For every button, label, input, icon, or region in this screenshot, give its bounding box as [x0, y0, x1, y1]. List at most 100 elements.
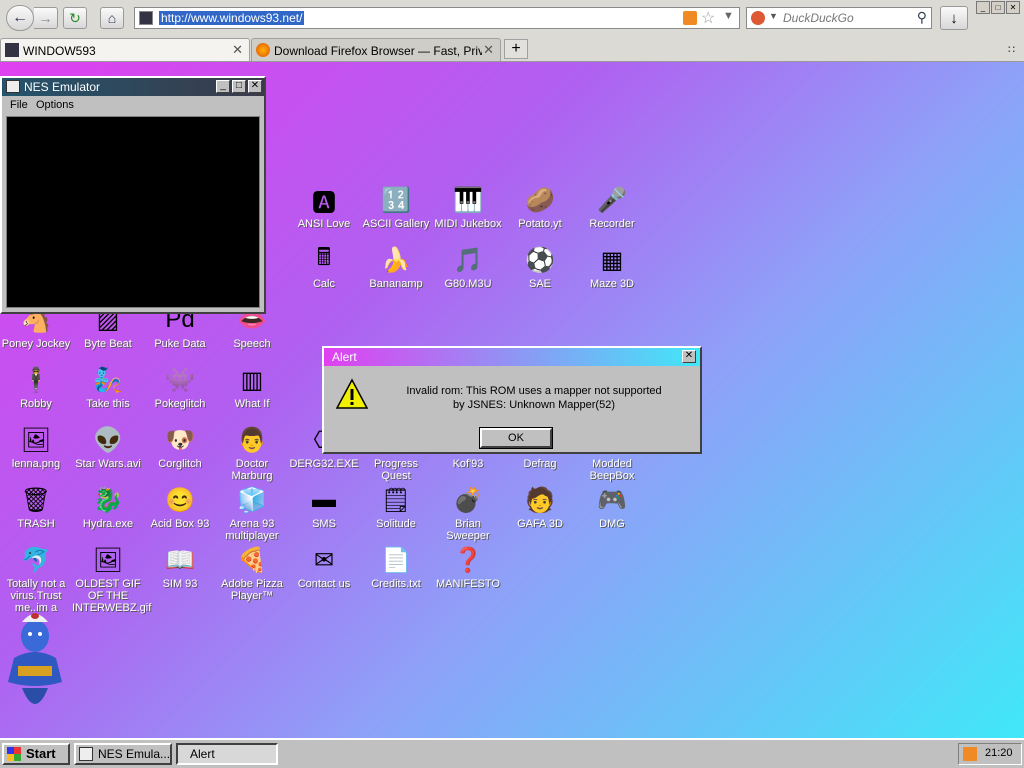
desktop-icon[interactable]: ▬ SMS [288, 484, 360, 530]
desktop-icon[interactable]: 🎤 Recorder [576, 184, 648, 231]
desktop-icon[interactable]: 🎮 DMG [576, 484, 648, 531]
alert-message-line2: by JSNES: Unknown Mapper(52) [452, 399, 615, 411]
nes-emulator-window[interactable]: NES Emulator _ □ ✕ File Options [0, 76, 266, 314]
desktop-icon[interactable]: 🧑 GAFA 3D [504, 484, 576, 531]
maximize-button[interactable]: □ [232, 80, 246, 93]
taskbar-item-label: Alert [190, 747, 215, 761]
close-icon[interactable]: ✕ [1006, 1, 1020, 14]
desktop-icon[interactable]: 🐬 Totally not a virus.Trust me..im a [0, 544, 72, 615]
app-icon: 🔢 [381, 186, 411, 214]
tab-list-icon[interactable]: ∷ [1008, 43, 1015, 56]
desktop-icon[interactable]: ▥ What If [216, 364, 288, 411]
app-icon: 🧞 [93, 366, 123, 394]
minimize-icon[interactable]: _ [976, 1, 990, 14]
app-icon: ✉ [313, 546, 335, 574]
desktop-icon[interactable]: 🍌 Bananamp [360, 244, 432, 291]
alert-titlebar[interactable]: Alert ✕ [324, 348, 700, 366]
url-text[interactable]: http://www.windows93.net/ [159, 11, 305, 25]
desktop-icon[interactable]: 💣 Brian Sweeper [432, 484, 504, 543]
ok-button[interactable]: OK [479, 427, 553, 449]
chevron-down-icon[interactable]: ▼ [723, 10, 734, 22]
desktop-icon-label: OLDEST GIF OF THE INTERWEBZ.gif [72, 578, 152, 614]
minimize-button[interactable]: _ [216, 80, 230, 93]
menu-options[interactable]: Options [36, 99, 74, 111]
rss-icon[interactable] [963, 747, 977, 761]
reload-button[interactable]: ↻ [63, 7, 87, 29]
desktop-icon[interactable]: 🖼 OLDEST GIF OF THE INTERWEBZ.gif [72, 544, 152, 615]
new-tab-button[interactable]: + [504, 39, 528, 59]
desktop-icon[interactable]: 📄 Credits.txt [360, 544, 432, 591]
home-button[interactable]: ⌂ [100, 7, 124, 29]
menu-file[interactable]: File [10, 99, 28, 111]
desktop-icon[interactable]: 👨 Doctor Marburg [216, 424, 288, 483]
taskbar-item-alert[interactable]: Alert [176, 743, 278, 765]
desktop-icon[interactable]: 👽 Star Wars.avi [72, 424, 144, 471]
start-button[interactable]: Start [2, 743, 70, 765]
forward-button[interactable]: → [34, 7, 58, 29]
search-placeholder[interactable]: DuckDuckGo [783, 11, 854, 25]
alert-dialog[interactable]: Alert ✕ Invalid rom: This ROM uses a map… [322, 346, 702, 454]
tab-firefox-download[interactable]: Download Firefox Browser — Fast, Privat.… [251, 38, 501, 61]
desktop-icon[interactable]: 🖩 Calc [288, 244, 360, 291]
desktop-icon[interactable]: 🕴 Robby [0, 364, 72, 411]
bookmark-star-icon[interactable]: ☆ [701, 8, 715, 28]
magnifier-icon[interactable]: ⚲ [917, 9, 927, 26]
nes-screen[interactable] [6, 116, 260, 308]
navigation-toolbar: ← → ↻ ⌂ http://www.windows93.net/ ☆ ▼ ▼ … [0, 0, 1024, 36]
app-icon: 🕴 [21, 366, 51, 394]
desktop-icon[interactable]: ▦ Maze 3D [576, 244, 648, 291]
desktop-icon[interactable]: 🗒 Solitude [360, 484, 432, 531]
app-icon: ▬ [312, 486, 336, 513]
close-button[interactable]: ✕ [682, 350, 696, 363]
desktop-icon[interactable]: 🍕 Adobe Pizza Player™ [216, 544, 288, 603]
desktop-icon[interactable]: 🐶 Corglitch [144, 424, 216, 471]
tab-close-icon[interactable]: ✕ [483, 42, 494, 58]
nes-app-icon [79, 747, 93, 761]
desktop-icon-label: Credits.txt [371, 578, 421, 590]
app-icon: ▦ [600, 246, 624, 274]
tab-close-icon[interactable]: ✕ [232, 42, 243, 58]
app-icon: 👨 [237, 426, 267, 454]
forward-arrow-icon: → [38, 10, 53, 26]
search-bar[interactable]: ▼ DuckDuckGo ⚲ [746, 7, 932, 29]
system-tray: 21:20 [958, 743, 1022, 765]
restore-icon[interactable]: □ [991, 1, 1005, 14]
duckduckgo-icon[interactable] [751, 11, 765, 25]
desktop-icon[interactable]: 🧊 Arena 93 multiplayer [216, 484, 288, 543]
desktop-icon-label: What If [234, 398, 270, 410]
desktop-icon-label: Robby [20, 398, 52, 410]
desktop-icon-label: Doctor Marburg [231, 458, 273, 482]
desktop-icon[interactable]: ✉ Contact us [288, 544, 360, 591]
app-icon: 🥔 [525, 186, 555, 214]
desktop-icon[interactable]: 😊 Acid Box 93 [144, 484, 216, 531]
download-button[interactable]: ↓ [940, 6, 968, 30]
back-button[interactable]: ← [6, 5, 34, 31]
desktop-icon-label: Recorder [589, 218, 635, 230]
desktop-icon[interactable]: 🎹 MIDI Jukebox [432, 184, 504, 231]
desktop-icon[interactable]: ⚽ SAE [504, 244, 576, 291]
desktop-icon[interactable]: ❓ MANIFESTO [432, 544, 504, 591]
desktop-icon[interactable]: 🥔 Potato.yt [504, 184, 576, 231]
desktop-icon[interactable]: 👾 Pokeglitch [144, 364, 216, 411]
desktop-icon[interactable]: 🎵 G80.M3U [432, 244, 504, 291]
desktop-icon[interactable]: 🅰 ANSI Love [288, 184, 360, 231]
genie-assistant-icon[interactable] [2, 610, 68, 720]
rss-icon[interactable] [683, 11, 697, 25]
desktop-icon[interactable]: 🔢 ASCII Gallery [360, 184, 432, 231]
desktop-icon[interactable]: 🗑 TRASH [0, 484, 72, 531]
desktop-icon[interactable]: 🧞 Take this [72, 364, 144, 411]
nes-titlebar[interactable]: NES Emulator _ □ ✕ [2, 78, 264, 96]
tab-label: WINDOW593 [23, 44, 96, 58]
desktop-icon[interactable]: 🐉 Hydra.exe [72, 484, 144, 531]
taskbar-item-nes-emulator[interactable]: NES Emula... [74, 743, 172, 765]
tab-windows93[interactable]: WINDOW593 ✕ [0, 38, 250, 61]
desktop-icon[interactable]: 📖 SIM 93 [144, 544, 216, 591]
close-button[interactable]: ✕ [248, 80, 262, 93]
app-icon: 💣 [453, 486, 483, 514]
reload-icon: ↻ [69, 9, 81, 26]
search-engine-dropdown-icon[interactable]: ▼ [769, 11, 778, 21]
url-bar[interactable]: http://www.windows93.net/ ☆ ▼ [134, 7, 740, 29]
firefox-favicon-icon [256, 43, 270, 57]
desktop-icon-label: Adobe Pizza Player™ [221, 578, 283, 602]
desktop-icon[interactable]: 🖼 lenna.png [0, 424, 72, 471]
